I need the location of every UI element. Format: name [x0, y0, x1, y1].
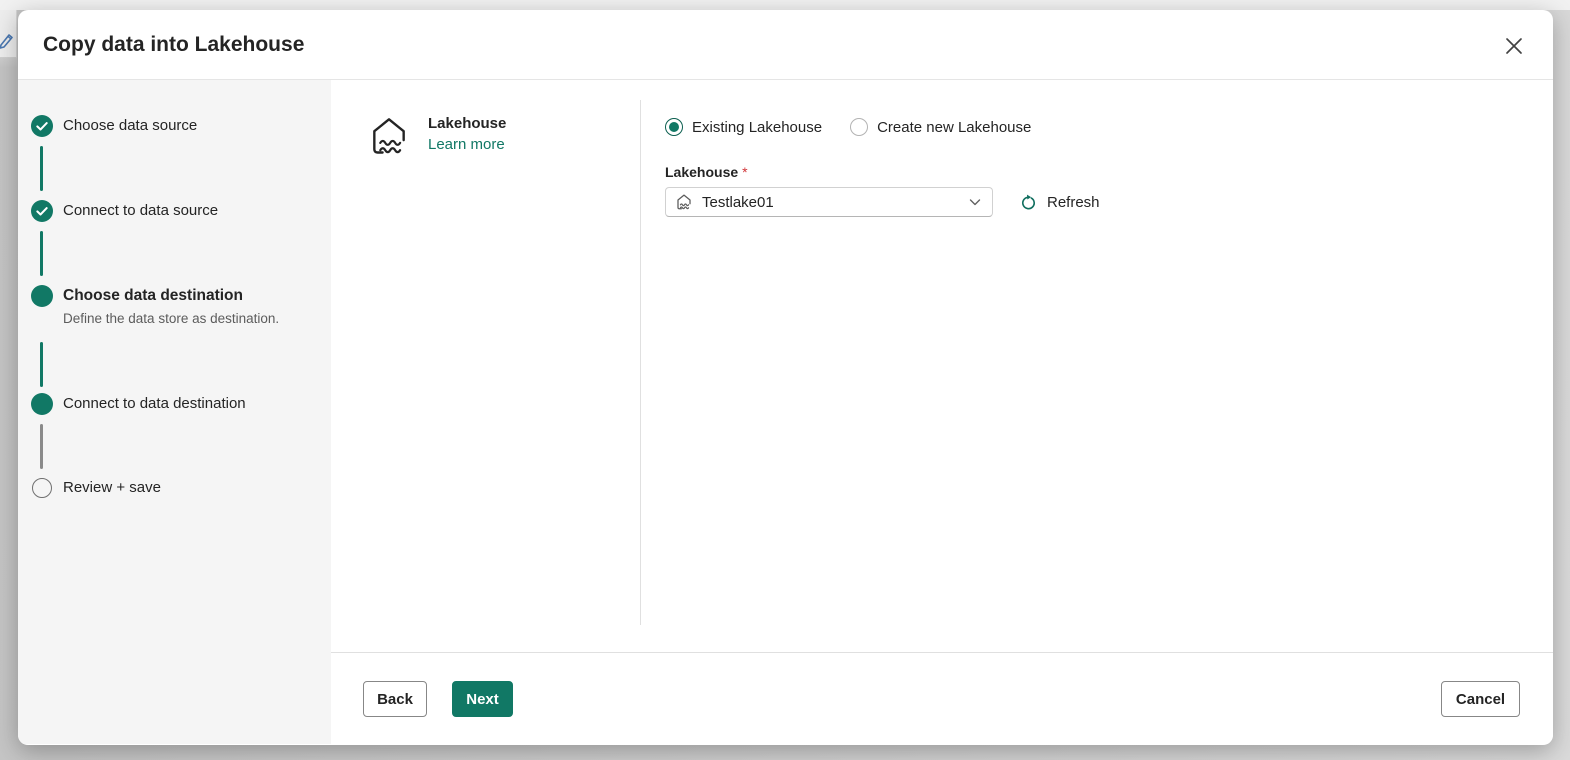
copy-data-dialog: Copy data into Lakehouse Choose data sou… [18, 10, 1553, 745]
step-label: Review + save [63, 479, 161, 496]
menu-item-run[interactable]: Run [127, 0, 155, 4]
check-circle-icon [31, 115, 53, 137]
dialog-body: Choose data source Connect to data sourc… [18, 80, 1553, 744]
dialog-title: Copy data into Lakehouse [43, 33, 305, 56]
check-circle-icon [31, 200, 53, 222]
lakehouse-mode-radio-group: Existing Lakehouse Create new Lakehouse [665, 115, 1100, 139]
lakehouse-small-icon [677, 194, 691, 210]
refresh-button[interactable]: Refresh [1019, 193, 1100, 212]
radio-existing-lakehouse[interactable]: Existing Lakehouse [665, 118, 822, 136]
menu-item-view[interactable]: View [196, 0, 228, 4]
destination-type-block: Lakehouse Learn more [367, 113, 506, 159]
step-choose-data-source[interactable]: Choose data source [31, 115, 197, 137]
radio-label: Existing Lakehouse [692, 118, 823, 136]
step-description: Define the data store as destination. [63, 311, 280, 326]
destination-panel: Lakehouse Learn more Existing Lakehouse … [331, 80, 1553, 744]
lakehouse-dropdown-value: Testlake01 [702, 193, 774, 211]
refresh-icon [1022, 194, 1035, 209]
next-button[interactable]: Next [452, 681, 513, 717]
step-choose-data-destination[interactable]: Choose data destination [31, 285, 243, 307]
background-toolbar [0, 10, 17, 58]
background-toolbar-edge [0, 58, 17, 68]
empty-circle-icon [32, 478, 52, 498]
footer-divider [331, 652, 1553, 653]
destination-form: Existing Lakehouse Create new Lakehouse … [665, 115, 1100, 217]
radio-label: Create new Lakehouse [877, 118, 1032, 136]
step-connector [40, 146, 43, 191]
radio-unselected-icon [850, 118, 869, 136]
refresh-label: Refresh [1047, 193, 1100, 211]
close-button[interactable] [1503, 35, 1525, 57]
close-icon [1506, 38, 1522, 54]
vertical-divider [640, 100, 641, 625]
background-menubar: Activities Run View [0, 0, 1570, 10]
back-button[interactable]: Back [363, 681, 427, 717]
pencil-icon [0, 34, 13, 49]
dialog-header: Copy data into Lakehouse [18, 10, 1553, 80]
step-review-save[interactable]: Review + save [31, 477, 161, 499]
menu-item-activities[interactable]: Activities [22, 0, 81, 4]
required-asterisk: * [742, 164, 748, 180]
radio-create-new-lakehouse[interactable]: Create new Lakehouse [850, 118, 1031, 136]
cancel-button[interactable]: Cancel [1441, 681, 1520, 717]
lakehouse-icon [373, 118, 405, 154]
wizard-steps-sidebar: Choose data source Connect to data sourc… [18, 80, 331, 744]
step-connector [40, 342, 43, 387]
learn-more-link[interactable]: Learn more [428, 136, 505, 153]
filled-circle-icon [31, 285, 53, 307]
filled-circle-icon [31, 393, 53, 415]
lakehouse-field-label: Lakehouse * [665, 164, 748, 180]
step-connect-data-source[interactable]: Connect to data source [31, 200, 218, 222]
lakehouse-dropdown[interactable]: Testlake01 [665, 187, 993, 217]
step-label: Connect to data destination [63, 395, 246, 412]
step-connect-data-destination[interactable]: Connect to data destination [31, 393, 246, 415]
step-label: Choose data destination [63, 287, 243, 304]
step-label: Choose data source [63, 117, 198, 134]
chevron-down-icon [969, 199, 981, 206]
radio-selected-icon [665, 118, 683, 136]
step-label: Connect to data source [63, 202, 219, 219]
step-connector [40, 231, 43, 276]
destination-type-title: Lakehouse [428, 115, 507, 132]
step-connector [40, 424, 43, 469]
